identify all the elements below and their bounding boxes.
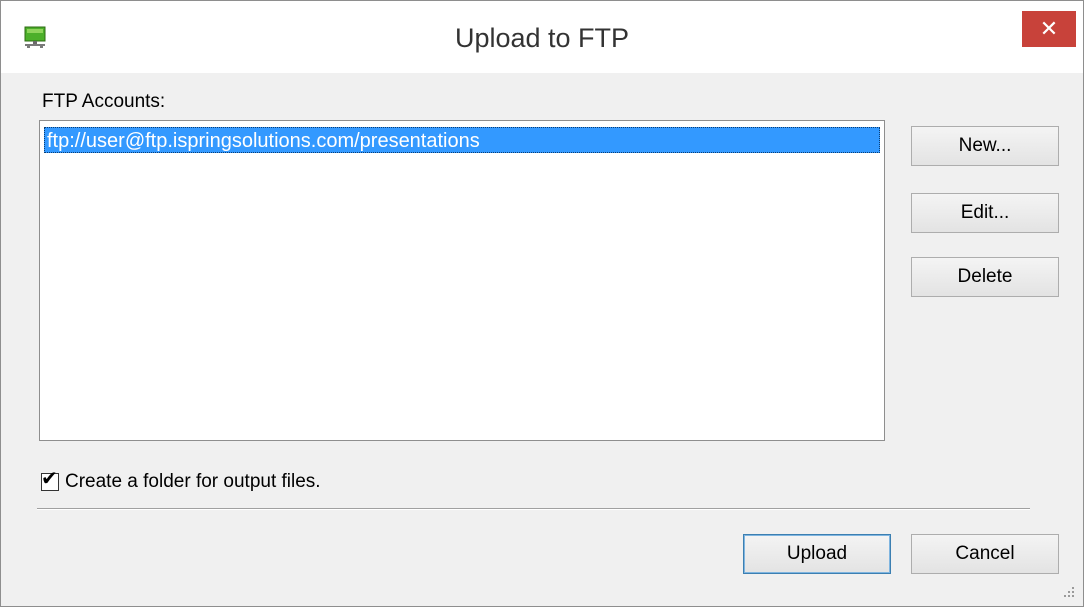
- ftp-accounts-list[interactable]: ftp://user@ftp.ispringsolutions.com/pres…: [39, 120, 885, 441]
- edit-button[interactable]: Edit...: [911, 193, 1059, 233]
- list-item[interactable]: ftp://user@ftp.ispringsolutions.com/pres…: [44, 127, 880, 153]
- create-folder-option[interactable]: ✔ Create a folder for output files.: [41, 469, 321, 493]
- title-bar[interactable]: Upload to FTP ✕: [1, 1, 1083, 73]
- close-icon: ✕: [1039, 16, 1059, 41]
- ftp-accounts-label: FTP Accounts:: [42, 91, 166, 112]
- upload-to-ftp-dialog: Upload to FTP ✕ FTP Accounts: ftp://user…: [0, 0, 1084, 607]
- resize-grip-icon[interactable]: [1061, 584, 1075, 598]
- separator: [37, 508, 1030, 510]
- upload-button[interactable]: Upload: [743, 534, 891, 574]
- create-folder-label[interactable]: Create a folder for output files.: [65, 471, 321, 493]
- window-title: Upload to FTP: [454, 23, 630, 53]
- delete-button[interactable]: Delete: [911, 257, 1059, 297]
- checkmark-icon: ✔: [41, 468, 58, 490]
- create-folder-checkbox[interactable]: ✔: [41, 469, 59, 491]
- cancel-button[interactable]: Cancel: [911, 534, 1059, 574]
- close-button[interactable]: ✕: [1022, 11, 1076, 47]
- new-button[interactable]: New...: [911, 126, 1059, 166]
